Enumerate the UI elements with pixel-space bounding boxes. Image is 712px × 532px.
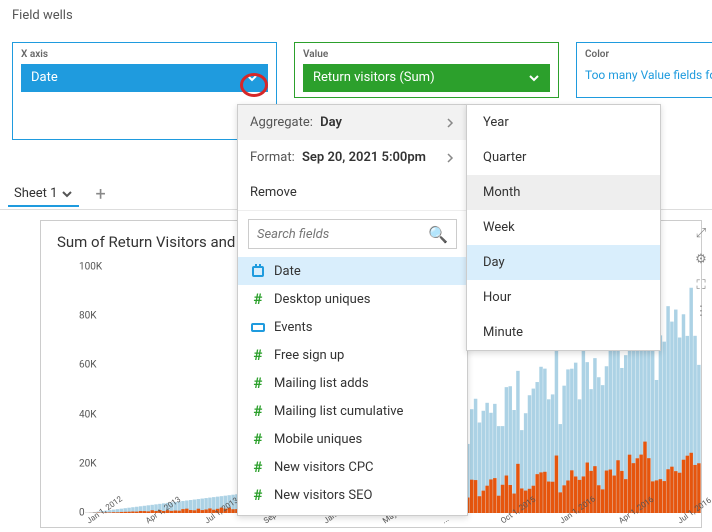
field-item-mobile-uniques[interactable]: # Mobile uniques [238, 425, 467, 453]
menu-remove-label: Remove [250, 185, 297, 200]
value-chip-text: Return visitors (Sum) [313, 64, 435, 92]
field-item-label: Events [274, 320, 312, 335]
search-icon: 🔍 [428, 225, 448, 244]
field-item-label: Mobile uniques [274, 432, 362, 447]
aggregate-option-quarter[interactable]: Quarter [467, 140, 660, 175]
field-item-new-visitors-cpc[interactable]: # New visitors CPC [238, 453, 467, 481]
field-item-new-visitors-seo[interactable]: # New visitors SEO [238, 481, 467, 509]
field-item-mailing-list-cumulative[interactable]: # Mailing list cumulative [238, 397, 467, 425]
xtick: ... [440, 514, 450, 525]
chevron-right-icon [445, 118, 455, 128]
hash-icon: # [250, 487, 266, 503]
hash-icon: # [250, 375, 266, 391]
hash-icon: # [250, 403, 266, 419]
field-item-label: New visitors CPC [274, 460, 374, 475]
ytick: 80K [79, 311, 81, 322]
calendar-icon [250, 263, 266, 279]
aggregate-option-day[interactable]: Day [467, 245, 660, 280]
sheet-tab-label: Sheet 1 [14, 186, 57, 201]
menu-aggregate[interactable]: Aggregate: Day [238, 105, 467, 140]
field-item-label: Mailing list adds [274, 376, 369, 391]
field-item-mailing-list-adds[interactable]: # Mailing list adds [238, 369, 467, 397]
field-context-menu: Aggregate: Day Format: Sep 20, 2021 5:00… [237, 104, 468, 516]
ytick: 60K [79, 360, 81, 371]
ytick: 100K [79, 262, 81, 273]
search-fields[interactable]: 🔍 [248, 219, 457, 249]
field-item-desktop-uniques[interactable]: # Desktop uniques [238, 285, 467, 313]
menu-format-value: Sep 20, 2021 5:00pm [302, 150, 426, 165]
chevron-down-icon [246, 72, 258, 84]
more-icon[interactable]: ⋮ [692, 302, 710, 320]
sheet-tab-1[interactable]: Sheet 1 [8, 182, 79, 207]
xaxis-chip-date[interactable]: Date [21, 64, 268, 92]
search-input[interactable] [257, 227, 428, 242]
hash-icon: # [250, 291, 266, 307]
ytick: 20K [79, 458, 81, 469]
ytick: 0 [79, 508, 81, 519]
menu-format[interactable]: Format: Sep 20, 2021 5:00pm [238, 140, 467, 175]
aggregate-option-minute[interactable]: Minute [467, 315, 660, 350]
ytick: 40K [79, 409, 81, 420]
value-chip-return-visitors[interactable]: Return visitors (Sum) [303, 64, 550, 92]
fieldwell-value: Value Return visitors (Sum) [294, 42, 559, 98]
vis-toolbar: ⤢ ⚙ ⛶ ⋮ [692, 224, 710, 320]
aggregate-submenu: YearQuarterMonthWeekDayHourMinute [466, 104, 661, 351]
field-item-label: Desktop uniques [274, 292, 370, 307]
field-item-label: New visitors SEO [274, 488, 372, 503]
expand-icon[interactable]: ⤢ [692, 224, 710, 242]
fieldwell-color-empty: Too many Value fields fo [585, 64, 712, 82]
fieldwell-value-label: Value [303, 49, 550, 60]
fieldwell-color-label: Color [585, 49, 712, 60]
aggregate-option-month[interactable]: Month [467, 175, 660, 210]
field-item-free-sign-up[interactable]: # Free sign up [238, 341, 467, 369]
aggregate-option-week[interactable]: Week [467, 210, 660, 245]
hash-icon: # [250, 459, 266, 475]
aggregate-option-hour[interactable]: Hour [467, 280, 660, 315]
xaxis-chip-text: Date [31, 64, 58, 92]
field-item-events[interactable]: Events [238, 313, 467, 341]
field-item-date[interactable]: Date [238, 257, 467, 285]
field-item-label: Free sign up [274, 348, 344, 363]
box-icon [250, 319, 266, 335]
field-item-label: Mailing list cumulative [274, 404, 403, 419]
add-sheet-button[interactable]: + [87, 184, 113, 205]
field-item-label: Date [274, 264, 301, 279]
fieldwell-xaxis-label: X axis [21, 49, 268, 60]
aggregate-option-year[interactable]: Year [467, 105, 660, 140]
hash-icon: # [250, 347, 266, 363]
field-list: Date#Desktop uniquesEvents#Free sign up#… [238, 257, 467, 515]
gear-icon[interactable]: ⚙ [692, 250, 710, 268]
menu-remove[interactable]: Remove [238, 175, 467, 210]
fieldwells-header: Field wells [12, 8, 73, 23]
fieldwell-color: Color Too many Value fields fo [576, 42, 712, 98]
chevron-down-icon [61, 188, 73, 200]
menu-aggregate-value: Day [320, 115, 342, 130]
menu-aggregate-key: Aggregate: [250, 115, 313, 130]
chevron-down-icon [528, 72, 540, 84]
chevron-right-icon [445, 153, 455, 163]
menu-format-key: Format: [250, 150, 295, 165]
hash-icon: # [250, 431, 266, 447]
maximize-icon[interactable]: ⛶ [692, 276, 710, 294]
